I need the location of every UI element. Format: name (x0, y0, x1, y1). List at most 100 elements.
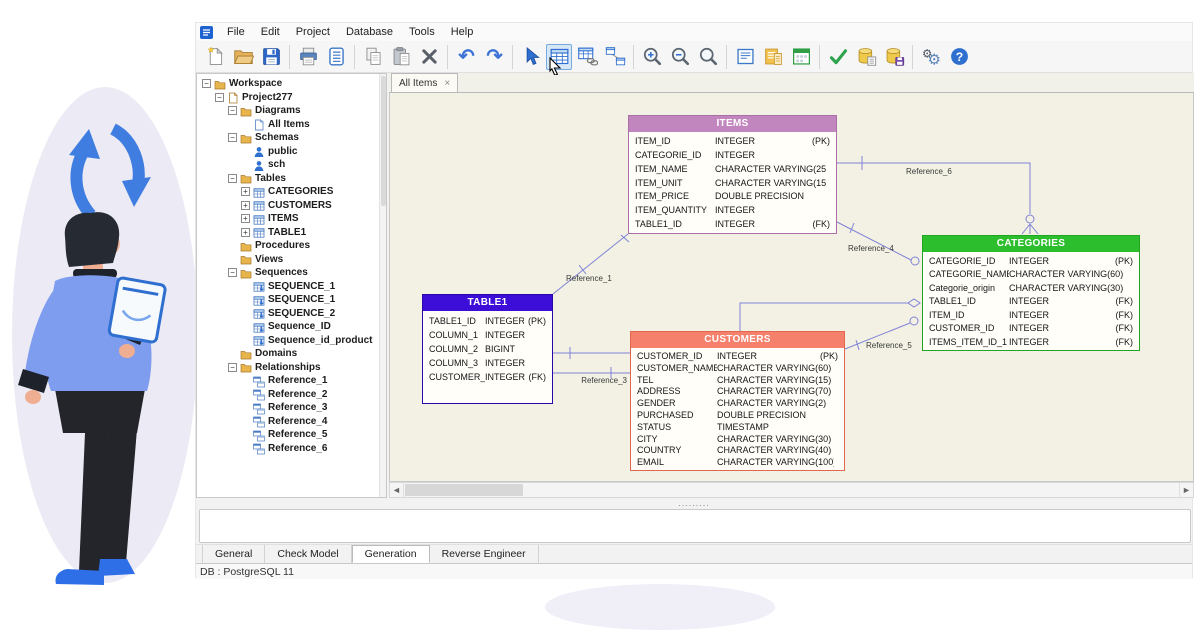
toolbar-undo-button[interactable]: ↶ (453, 44, 479, 70)
tree-scrollbar[interactable] (379, 74, 386, 497)
tree-item-sequence-id-product[interactable]: Sequence_id_product (197, 334, 386, 348)
entity-title[interactable]: CATEGORIES (923, 236, 1139, 252)
menu-edit[interactable]: Edit (253, 26, 288, 38)
toolbar-generate-script-button[interactable] (853, 44, 879, 70)
toolbar-show-documentation-button[interactable] (760, 44, 786, 70)
tree-item-reference-1[interactable]: Reference_1 (197, 374, 386, 388)
diagram-canvas[interactable]: Reference_1 Reference_3 Reference_4 Referen… (389, 93, 1194, 482)
entity-title[interactable]: TABLE1 (423, 295, 552, 311)
collapse-icon[interactable]: − (228, 133, 237, 142)
tree-item-sequences[interactable]: −Sequences (197, 266, 386, 280)
toolbar-zoom-in-button[interactable] (639, 44, 665, 70)
tree-item-relationships[interactable]: −Relationships (197, 361, 386, 375)
tree-item-workspace[interactable]: −Workspace (197, 77, 386, 91)
tree-item-public[interactable]: public (197, 145, 386, 159)
menu-tools[interactable]: Tools (401, 26, 443, 38)
tree-item-reference-5[interactable]: Reference_5 (197, 428, 386, 442)
tree-item-schemas[interactable]: −Schemas (197, 131, 386, 145)
menu-help[interactable]: Help (443, 26, 482, 38)
entity-categories[interactable]: CATEGORIESCATEGORIE_IDINTEGER(PK)CATEGOR… (922, 235, 1140, 351)
expand-icon[interactable]: + (241, 214, 250, 223)
tree-item-diagrams[interactable]: −Diagrams (197, 104, 386, 118)
tree-item-sch[interactable]: sch (197, 158, 386, 172)
tree-scrollbar-thumb[interactable] (381, 76, 386, 206)
entity-title[interactable]: CUSTOMERS (631, 332, 844, 348)
menu-project[interactable]: Project (288, 26, 338, 38)
tree-item-customers[interactable]: +CUSTOMERS (197, 199, 386, 213)
tab-reverse-engineer[interactable]: Reverse Engineer (430, 545, 539, 563)
entity-items[interactable]: ITEMSITEM_IDINTEGER(PK)CATEGORIE_IDINTEG… (628, 115, 837, 234)
menu-file[interactable]: File (219, 26, 253, 38)
reference-connector-customers-categories[interactable] (740, 299, 920, 331)
scroll-left-arrow-icon[interactable]: ◄ (390, 483, 404, 497)
reference-reference_6[interactable]: Reference_6 (837, 156, 1038, 234)
toolbar-reverse-engineer-button[interactable] (881, 44, 907, 70)
expand-icon[interactable]: + (241, 187, 250, 196)
toolbar-select-tool-button[interactable] (518, 44, 544, 70)
toolbar-check-model-button[interactable] (825, 44, 851, 70)
tree-item-all-items[interactable]: All Items (197, 118, 386, 132)
tab-close-icon[interactable]: × (444, 78, 450, 89)
toolbar-add-relationship-button[interactable] (602, 44, 628, 70)
tree-item-sequence-2[interactable]: SEQUENCE_2 (197, 307, 386, 321)
tree-item-sequence-1[interactable]: SEQUENCE_1 (197, 280, 386, 294)
entity-table1[interactable]: TABLE1TABLE1_IDINTEGER(PK)COLUMN_1INTEGE… (422, 294, 553, 404)
tab-check-model[interactable]: Check Model (265, 545, 351, 563)
tree-item-table1[interactable]: +TABLE1 (197, 226, 386, 240)
tree-item-reference-4[interactable]: Reference_4 (197, 415, 386, 429)
tab-all-items[interactable]: All Items × (391, 73, 458, 92)
reference-connector-table1-customers[interactable] (553, 347, 630, 359)
collapse-icon[interactable]: − (228, 363, 237, 372)
tree-item-project277[interactable]: −Project277 (197, 91, 386, 105)
collapse-icon[interactable]: − (215, 93, 224, 102)
tree-item-views[interactable]: Views (197, 253, 386, 267)
tree-item-sequence-id[interactable]: Sequence_ID (197, 320, 386, 334)
tree-item-procedures[interactable]: Procedures (197, 239, 386, 253)
collapse-icon[interactable]: − (228, 106, 237, 115)
tree-item-reference-2[interactable]: Reference_2 (197, 388, 386, 402)
toolbar-options-button[interactable]: ⚙⚙ (918, 44, 944, 70)
entity-customers[interactable]: CUSTOMERSCUSTOMER_IDINTEGER(PK)CUSTOMER_… (630, 331, 845, 471)
reference-label: Reference_4 (848, 244, 894, 253)
tablet (109, 277, 166, 342)
reference-reference_1[interactable]: Reference_1 (553, 234, 629, 294)
toolbar-show-data-grid-button[interactable] (788, 44, 814, 70)
toolbar-save-model-button[interactable] (258, 44, 284, 70)
toolbar-open-model-button[interactable] (230, 44, 256, 70)
canvas-horizontal-scrollbar[interactable]: ◄ ► (389, 482, 1194, 498)
splitter-handle[interactable]: ......... (196, 499, 1192, 508)
tree-item-sequence-1[interactable]: SEQUENCE_1 (197, 293, 386, 307)
tab-generation[interactable]: Generation (352, 545, 430, 563)
toolbar-print-button[interactable] (295, 44, 321, 70)
toolbar-copy-button[interactable] (360, 44, 386, 70)
reference-reference_3[interactable]: Reference_3 (553, 367, 630, 385)
scroll-right-arrow-icon[interactable]: ► (1179, 483, 1193, 497)
scrollbar-thumb[interactable] (405, 484, 523, 496)
toolbar-show-ddl-button[interactable] (732, 44, 758, 70)
collapse-icon[interactable]: − (228, 268, 237, 277)
tree-item-reference-3[interactable]: Reference_3 (197, 401, 386, 415)
toolbar-redo-button[interactable]: ↷ (481, 44, 507, 70)
toolbar-zoom-reset-button[interactable] (695, 44, 721, 70)
entity-title[interactable]: ITEMS (629, 116, 836, 132)
toolbar-new-model-button[interactable] (202, 44, 228, 70)
menu-database[interactable]: Database (338, 26, 401, 38)
tree-item-domains[interactable]: Domains (197, 347, 386, 361)
toolbar-add-view-button[interactable] (574, 44, 600, 70)
tree-item-categories[interactable]: +CATEGORIES (197, 185, 386, 199)
tab-general[interactable]: General (202, 545, 265, 563)
toolbar-help-button[interactable]: ? (946, 44, 972, 70)
tree-item-items[interactable]: +ITEMS (197, 212, 386, 226)
toolbar-delete-button[interactable] (416, 44, 442, 70)
expand-icon[interactable]: + (241, 228, 250, 237)
collapse-icon[interactable]: − (202, 79, 211, 88)
expand-icon[interactable]: + (241, 201, 250, 210)
collapse-icon[interactable]: − (228, 174, 237, 183)
toolbar-zoom-out-button[interactable] (667, 44, 693, 70)
reference-reference_5[interactable]: Reference_5 (845, 317, 918, 350)
reference-reference_4[interactable]: Reference_4 (837, 222, 919, 265)
tree-item-reference-6[interactable]: Reference_6 (197, 442, 386, 456)
tree-item-tables[interactable]: −Tables (197, 172, 386, 186)
toolbar-print-preview-button[interactable] (323, 44, 349, 70)
toolbar-paste-button[interactable] (388, 44, 414, 70)
